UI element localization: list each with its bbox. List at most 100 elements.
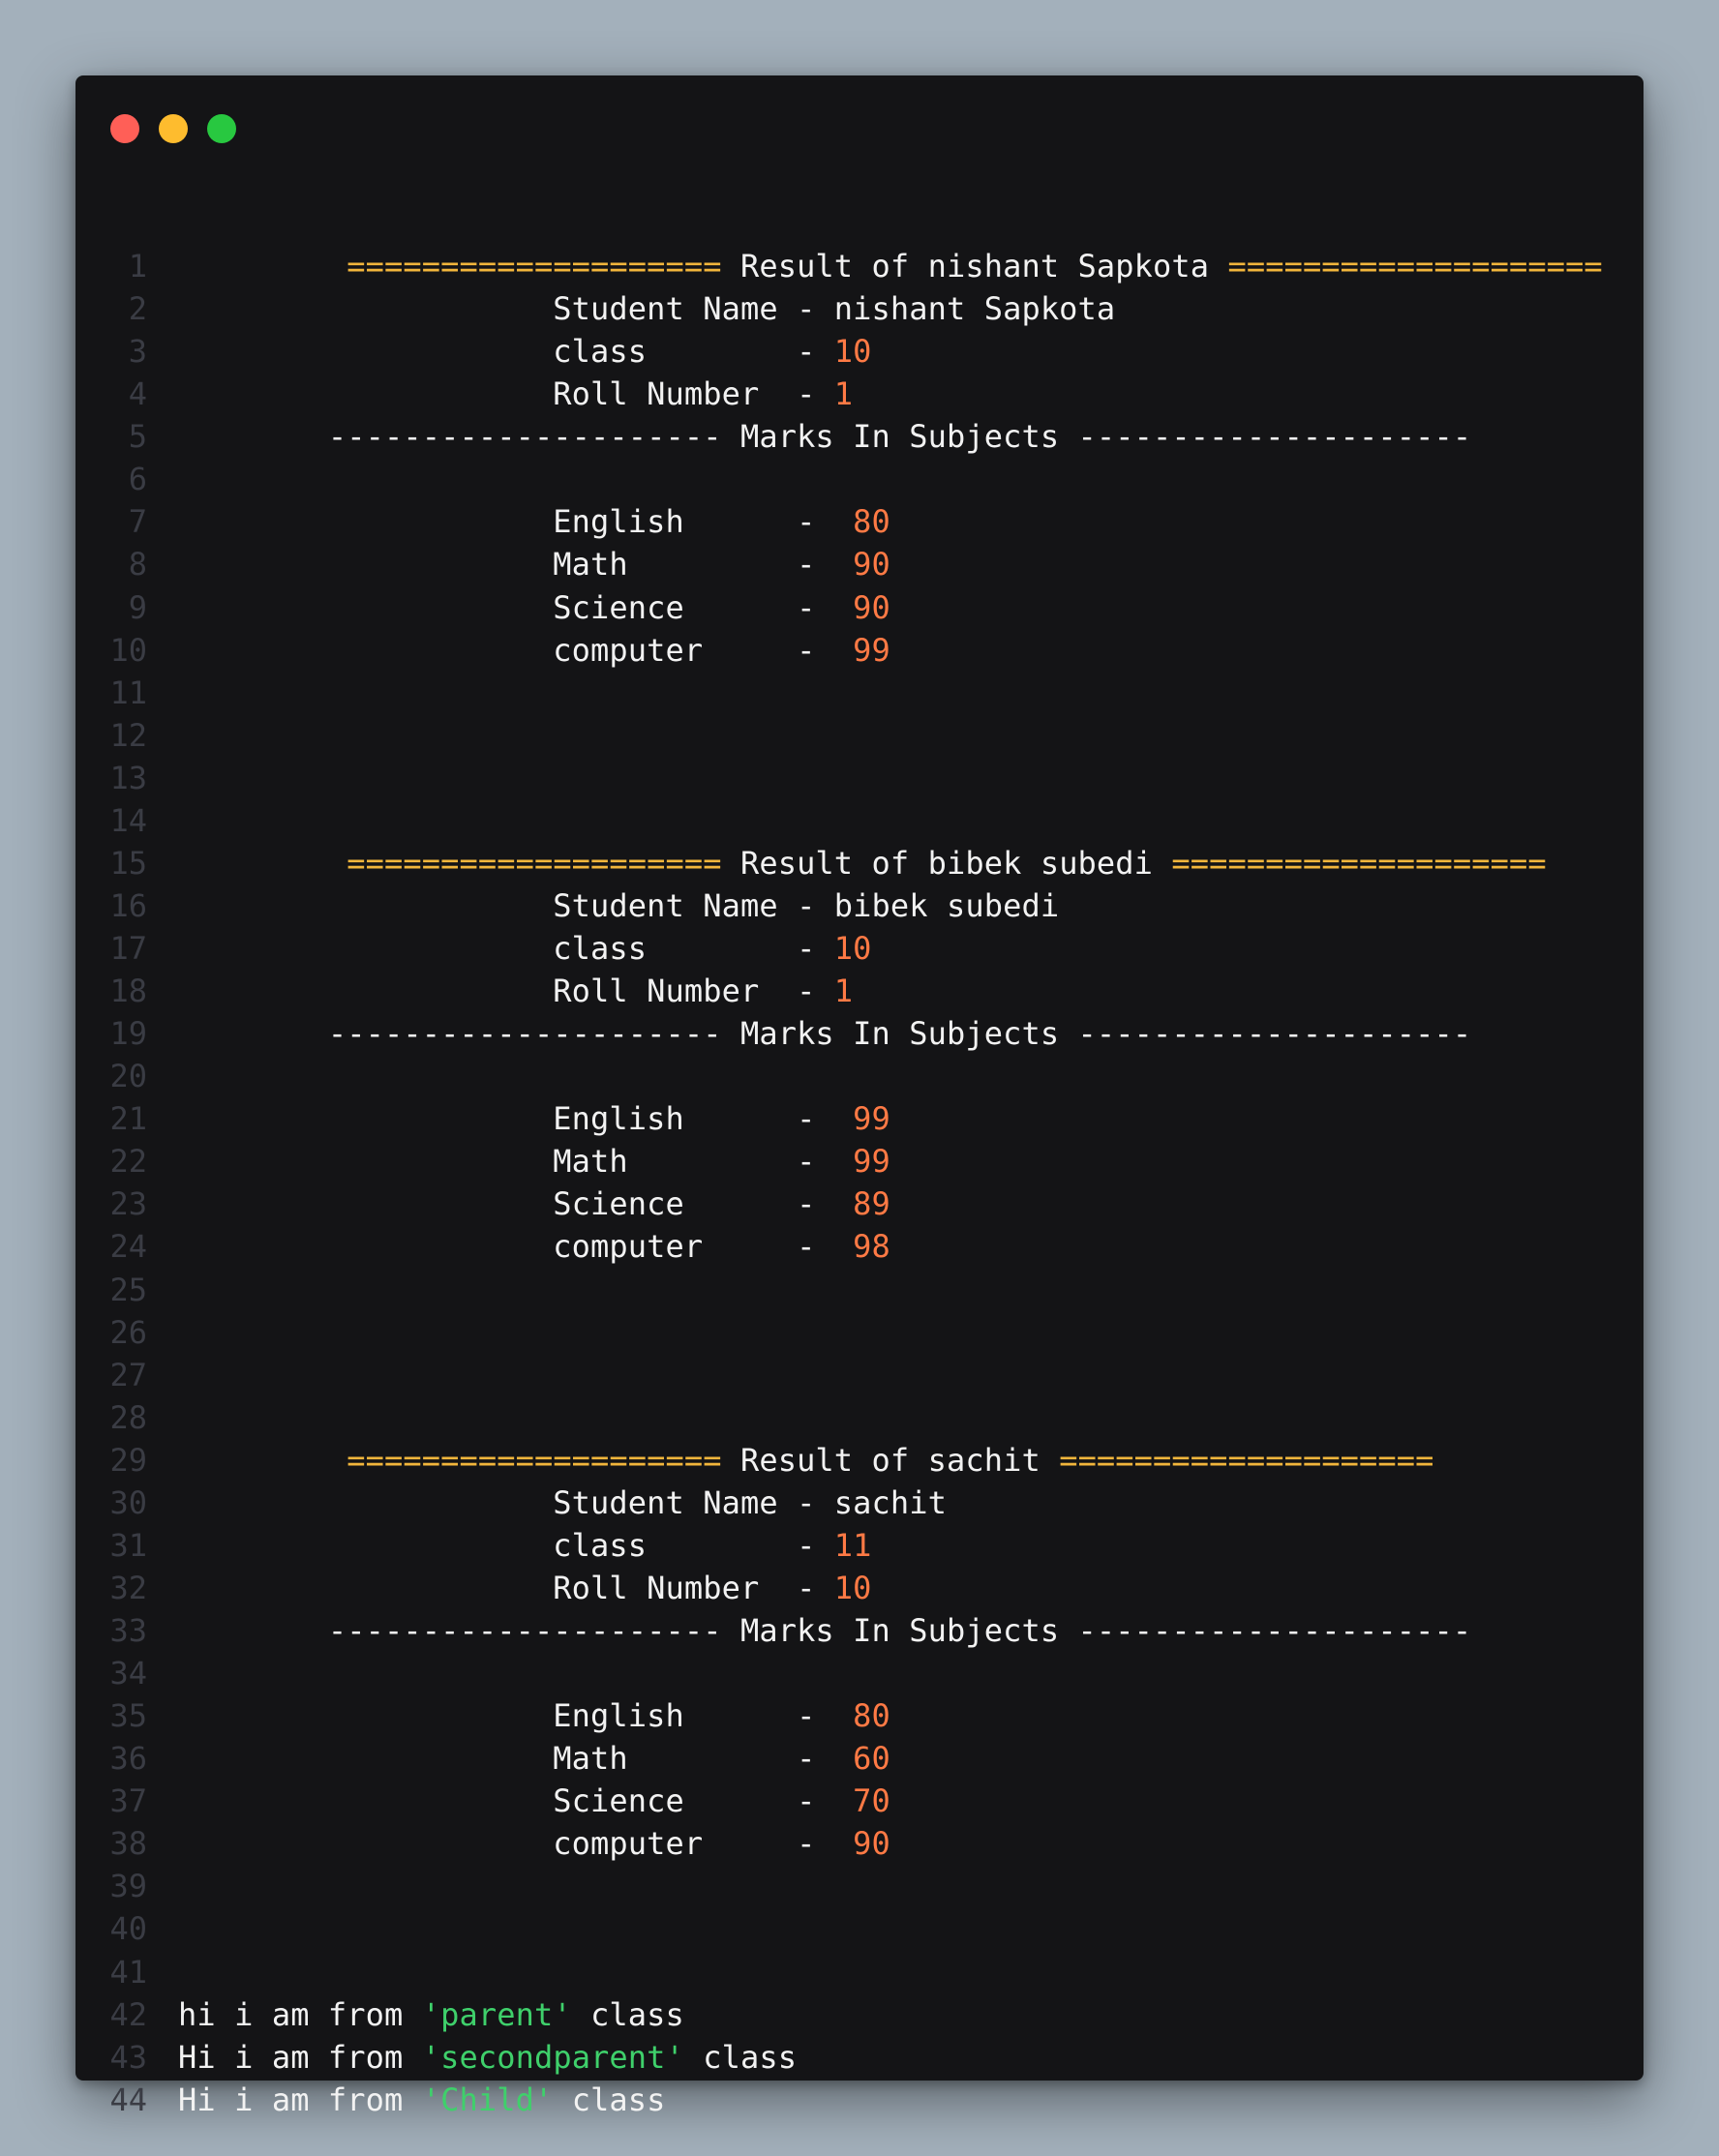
code-line: 34 [75,1652,1644,1694]
code-line: 41 [75,1951,1644,1993]
line-number: 35 [109,1697,147,1735]
text-token: --------------------- Marks In Subjects … [178,1015,1472,1053]
text-token: Math - [178,1740,854,1778]
line-number: 17 [109,930,147,967]
line-text: Student Name - bibek subedi [178,884,1059,927]
code-output: 1 ==================== Result of nishant… [75,245,1644,2121]
line-number: 38 [109,1825,147,1863]
line-number: 5 [128,418,147,456]
line-number: 16 [109,886,147,924]
code-line: 37 Science - 70 [75,1780,1644,1822]
line-text: Hi i am from 'secondparent' class [178,2036,797,2079]
line-number: 40 [109,1910,147,1948]
line-text: ==================== Result of bibek sub… [178,842,1547,884]
line-text: --------------------- Marks In Subjects … [178,1012,1471,1055]
line-text: Hi i am from 'Child' class [178,2079,666,2121]
string-token: 'parent' [421,1995,572,2033]
text-token: Roll Number - [178,1569,834,1606]
code-line: 26 [75,1311,1644,1354]
text-token: Result of sachit [721,1441,1060,1479]
minimize-window-button[interactable] [159,114,188,143]
code-line: 36 Math - 60 [75,1737,1644,1780]
number-token: 10 [833,333,872,371]
text-token: Student Name - bibek subedi [178,886,1060,924]
line-number: 7 [128,503,147,541]
separator-token: ==================== [347,248,722,284]
string-token: 'Child' [421,2081,554,2118]
line-text: --------------------- Marks In Subjects … [178,1609,1471,1652]
line-text: computer - 99 [178,629,890,672]
line-number: 24 [109,1228,147,1266]
line-number: 44 [109,2081,147,2118]
line-text: Roll Number - 1 [178,970,853,1012]
line-text: Science - 90 [178,586,890,629]
code-line: 23 Science - 89 [75,1183,1644,1225]
text-token: class - [178,333,834,371]
code-line: 9 Science - 90 [75,586,1644,629]
text-token: English - [178,1697,854,1735]
number-token: 11 [833,1526,872,1564]
code-line: 15 ==================== Result of bibek … [75,842,1644,884]
text-token: class - [178,930,834,967]
line-number: 22 [109,1143,147,1181]
line-text: English - 80 [178,500,890,543]
close-window-button[interactable] [110,114,139,143]
line-text: computer - 90 [178,1822,890,1865]
code-line: 25 [75,1269,1644,1311]
code-line: 20 [75,1055,1644,1097]
number-token: 99 [853,1100,890,1138]
maximize-window-button[interactable] [207,114,236,143]
separator-token: ==================== [347,844,722,882]
code-line: 24 computer - 98 [75,1225,1644,1268]
code-line: 40 [75,1907,1644,1950]
code-line: 14 [75,799,1644,842]
text-token: class [571,1995,684,2033]
line-text: Math - 90 [178,543,890,585]
line-text: English - 99 [178,1097,890,1140]
text-token: --------------------- Marks In Subjects … [178,1612,1472,1649]
string-token: 'secondparent' [421,2038,684,2076]
code-line: 5 --------------------- Marks In Subject… [75,415,1644,458]
code-line: 42 hi i am from 'parent' class [75,1993,1644,2036]
line-text: Science - 70 [178,1780,890,1822]
code-line: 12 [75,714,1644,757]
code-line: 22 Math - 99 [75,1140,1644,1183]
line-number: 19 [109,1015,147,1053]
code-line: 38 computer - 90 [75,1822,1644,1865]
text-token: hi i am from [178,1995,422,2033]
text-token: Math - [178,1143,854,1181]
line-number: 41 [109,1953,147,1991]
line-number: 33 [109,1612,147,1649]
code-line: 3 class - 10 [75,330,1644,373]
code-line: 27 [75,1354,1644,1396]
line-number: 26 [109,1313,147,1351]
code-line: 7 English - 80 [75,500,1644,543]
line-number: 23 [109,1185,147,1223]
line-number: 25 [109,1271,147,1308]
line-text: Science - 89 [178,1183,890,1225]
line-text: Student Name - sachit [178,1482,947,1524]
line-number: 15 [109,844,147,882]
code-line: 17 class - 10 [75,927,1644,970]
text-token: class - [178,1526,834,1564]
line-number: 14 [109,801,147,839]
separator-token: ==================== [1171,844,1547,882]
text-token: Science - [178,1782,854,1820]
line-number: 32 [109,1569,147,1606]
line-number: 39 [109,1868,147,1905]
line-number: 1 [128,248,147,284]
line-text: class - 10 [178,927,872,970]
line-text: Math - 60 [178,1737,890,1780]
text-token: computer - [178,631,854,669]
line-number: 21 [109,1100,147,1138]
line-number: 37 [109,1782,147,1820]
number-token: 80 [853,1697,890,1735]
number-token: 89 [853,1185,890,1223]
code-line: 35 English - 80 [75,1694,1644,1737]
number-token: 90 [853,546,890,584]
text-token: English - [178,503,854,541]
line-number: 13 [109,759,147,796]
code-line: 2 Student Name - nishant Sapkota [75,287,1644,330]
